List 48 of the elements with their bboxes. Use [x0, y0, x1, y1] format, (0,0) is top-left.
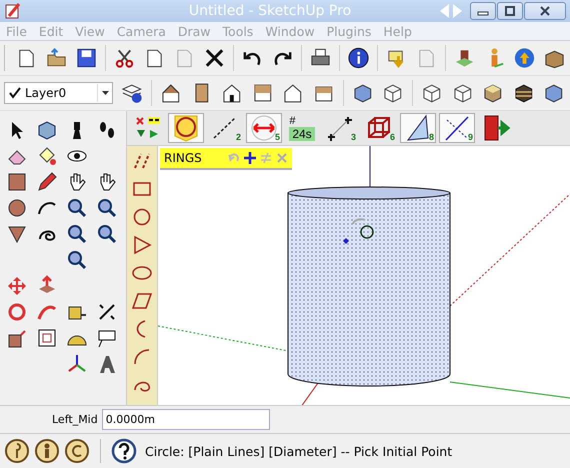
menu-item[interactable]: Window: [265, 24, 315, 38]
copyright-c-icon[interactable]: [64, 438, 90, 464]
zoom-next-icon[interactable]: [96, 223, 118, 245]
menu-item[interactable]: File: [6, 24, 27, 38]
info-icon[interactable]: [346, 46, 370, 70]
layer-dropdown[interactable]: Layer0: [4, 82, 114, 104]
points-tool-button[interactable]: 3: [322, 113, 358, 143]
menu-item[interactable]: View: [75, 24, 105, 38]
app-pencil-icon: [4, 2, 22, 20]
menu-item[interactable]: Camera: [116, 24, 166, 38]
window-title: Untitled - SketchUp Pro: [188, 3, 352, 19]
segments-button[interactable]: # 24s: [285, 113, 319, 143]
triangle-tool-button[interactable]: 8: [400, 113, 436, 143]
menu-item[interactable]: Plugins: [326, 24, 372, 38]
measurement-label: Left_Mid: [52, 413, 98, 426]
maximize-icon: [504, 6, 516, 16]
check-icon: [9, 87, 21, 99]
menu-item[interactable]: Draw: [178, 24, 211, 38]
line-tool-button[interactable]: 2: [207, 113, 243, 143]
status-message: Circle: [Plain Lines] [Diameter] -- Pick Initial Point: [145, 444, 452, 458]
circle-icon[interactable]: [6, 197, 28, 219]
close-icon: [539, 6, 551, 16]
geo-location-icon[interactable]: [4, 438, 30, 464]
panel-title: RINGS: [164, 151, 203, 165]
credits-person-icon[interactable]: [34, 438, 60, 464]
menu-item[interactable]: Edit: [38, 24, 64, 38]
circle-icon[interactable]: [131, 206, 153, 228]
pencil-icon[interactable]: [36, 171, 58, 193]
circle-tool-button[interactable]: [168, 113, 204, 143]
help-icon[interactable]: [111, 438, 137, 464]
save-icon[interactable]: [74, 46, 98, 70]
rotate-icon[interactable]: [6, 301, 28, 323]
3d-viewport[interactable]: RINGS: [158, 146, 570, 405]
zoom-extents-icon[interactable]: [66, 249, 88, 271]
move-icon[interactable]: [6, 275, 28, 297]
zoom-previous-icon[interactable]: [66, 223, 88, 245]
slash-tool-button[interactable]: 9: [439, 113, 475, 143]
diameter-tool-button[interactable]: 5: [246, 113, 282, 143]
plus-icon[interactable]: [244, 152, 256, 164]
menu-item[interactable]: Help: [383, 24, 412, 38]
menu-item[interactable]: Tools: [222, 24, 254, 38]
zoom-icon[interactable]: [66, 197, 88, 219]
rectangle-icon[interactable]: [6, 171, 28, 193]
measurement-field[interactable]: 0.0000m: [102, 409, 270, 430]
zoom-window-icon[interactable]: [96, 197, 118, 219]
cube-tool-button[interactable]: 6: [361, 113, 397, 143]
globe-icon[interactable]: [512, 46, 536, 70]
offset-icon[interactable]: [36, 327, 58, 349]
